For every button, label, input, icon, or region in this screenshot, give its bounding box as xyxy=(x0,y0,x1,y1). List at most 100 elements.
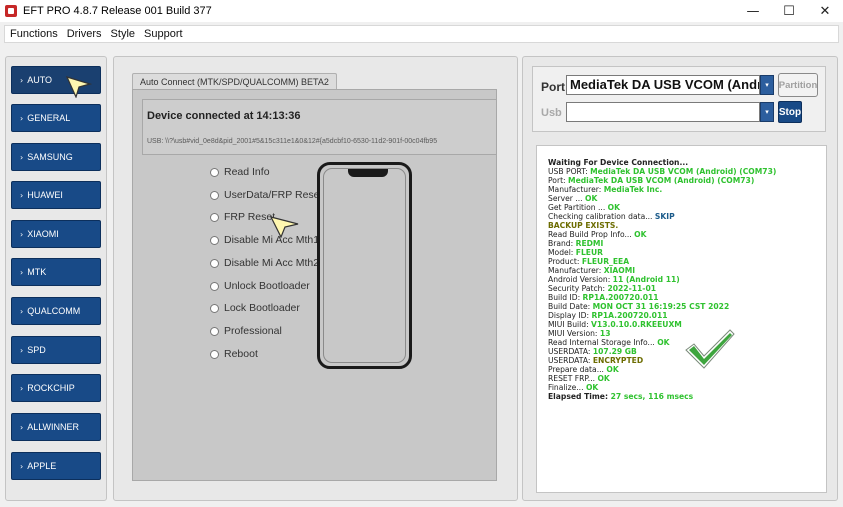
option-read-info[interactable]: Read Info xyxy=(210,166,270,178)
option-unlock-bootloader[interactable]: Unlock Bootloader xyxy=(210,280,310,292)
stop-button[interactable]: Stop xyxy=(778,101,802,123)
radio-button[interactable] xyxy=(210,281,219,291)
log-value: MediaTek DA USB VCOM (Android) (COM73) xyxy=(568,176,755,185)
tab-auto-connect[interactable]: Auto Connect (MTK/SPD/QUALCOMM) BETA2 xyxy=(132,73,337,90)
menu-functions[interactable]: Functions xyxy=(10,28,58,40)
log-line: Security Patch: 2022-11-01 xyxy=(548,284,776,293)
radio-button[interactable] xyxy=(210,167,219,177)
sidebar-item-huawei[interactable]: › HUAWEI xyxy=(11,181,101,209)
log-label: Get Partition ... xyxy=(548,203,608,212)
partition-button[interactable]: Partition xyxy=(778,73,818,97)
log-value: OK xyxy=(634,230,647,239)
radio-button[interactable] xyxy=(210,349,219,359)
chevron-right-icon: › xyxy=(20,306,24,316)
log-label: USERDATA: xyxy=(548,356,593,365)
log-label: Prepare data... xyxy=(548,365,607,374)
chevron-right-icon: › xyxy=(20,75,24,85)
maximize-button[interactable]: ☐ xyxy=(771,0,807,22)
radio-button[interactable] xyxy=(210,235,219,245)
log-line: Port: MediaTek DA USB VCOM (Android) (CO… xyxy=(548,176,776,185)
app-logo-icon xyxy=(5,5,17,17)
log-line: Read Build Prop Info... OK xyxy=(548,230,776,239)
option-label: Disable Mi Acc Mth2 xyxy=(224,257,320,269)
log-value: BACKUP EXISTS. xyxy=(548,221,619,230)
port-label: Port xyxy=(541,80,565,94)
log-line: Manufacturer: MediaTek Inc. xyxy=(548,185,776,194)
log-label: Brand: xyxy=(548,239,576,248)
option-disable-mi-acc-mth2[interactable]: Disable Mi Acc Mth2 xyxy=(210,257,319,269)
phone-notch xyxy=(348,169,388,177)
sidebar-item-rockchip[interactable]: › ROCKCHIP xyxy=(11,374,101,402)
usb-select[interactable] xyxy=(566,102,760,122)
log-line: Waiting For Device Connection... xyxy=(548,158,776,167)
log-line: Get Partition ... OK xyxy=(548,203,776,212)
log-line: Elapsed Time: 27 secs, 116 msecs xyxy=(548,392,776,401)
option-reboot[interactable]: Reboot xyxy=(210,348,258,360)
sidebar-item-label: QUALCOMM xyxy=(27,306,81,316)
log-line: Prepare data... OK xyxy=(548,365,776,374)
log-text: Waiting For Device Connection... USB PORT… xyxy=(548,158,776,401)
option-label: Unlock Bootloader xyxy=(224,280,310,292)
phone-illustration xyxy=(317,162,412,369)
sidebar-item-label: MTK xyxy=(27,267,47,277)
log-line: Server ... OK xyxy=(548,194,776,203)
menu-style[interactable]: Style xyxy=(111,28,135,40)
option-lock-bootloader[interactable]: Lock Bootloader xyxy=(210,302,300,314)
log-value: OK xyxy=(597,374,610,383)
radio-button[interactable] xyxy=(210,258,219,268)
log-value: MediaTek DA USB VCOM (Android) (COM73) xyxy=(590,167,777,176)
option-professional[interactable]: Professional xyxy=(210,325,282,337)
log-value: 107.29 GB xyxy=(592,347,637,356)
minimize-button[interactable]: — xyxy=(735,0,771,22)
chevron-right-icon: › xyxy=(20,383,24,393)
sidebar-item-allwinner[interactable]: › ALLWINNER xyxy=(11,413,101,441)
option-userdata-frp-reset[interactable]: UserData/FRP Reset xyxy=(210,189,322,201)
sidebar-item-qualcomm[interactable]: › QUALCOMM xyxy=(11,297,101,325)
sidebar-item-general[interactable]: › GENERAL xyxy=(11,104,101,132)
radio-button[interactable] xyxy=(210,190,219,200)
mouse-cursor-icon xyxy=(270,216,299,238)
sidebar-item-apple[interactable]: › APPLE xyxy=(11,452,101,480)
log-value: MON OCT 31 16:19:25 CST 2022 xyxy=(592,302,730,311)
radio-button[interactable] xyxy=(210,303,219,313)
radio-button[interactable] xyxy=(210,326,219,336)
log-line: Build Date: MON OCT 31 16:19:25 CST 2022 xyxy=(548,302,776,311)
log-line: MIUI Build: V13.0.10.0.RKEEUXM xyxy=(548,320,776,329)
log-line: Build ID: RP1A.200720.011 xyxy=(548,293,776,302)
log-line: Product: FLEUR_EEA xyxy=(548,257,776,266)
log-label: Port: xyxy=(548,176,569,185)
log-value: 27 secs, 116 msecs xyxy=(610,392,694,401)
option-frp-reset[interactable]: FRP Reset xyxy=(210,211,275,223)
option-disable-mi-acc-mth1[interactable]: Disable Mi Acc Mth1 xyxy=(210,234,319,246)
option-label: Professional xyxy=(224,325,282,337)
log-label: Server ... xyxy=(548,194,585,203)
log-line: USERDATA: ENCRYPTED xyxy=(548,356,776,365)
log-line: Read Internal Storage Info... OK xyxy=(548,338,776,347)
chevron-down-icon[interactable]: ▾ xyxy=(760,75,774,95)
log-line: Checking calibration data... SKIP xyxy=(548,212,776,221)
log-label: USERDATA: xyxy=(548,347,593,356)
log-label: Security Patch: xyxy=(548,284,608,293)
sidebar-item-samsung[interactable]: › SAMSUNG xyxy=(11,143,101,171)
sidebar-item-xiaomi[interactable]: › XIAOMI xyxy=(11,220,101,248)
menu-drivers[interactable]: Drivers xyxy=(67,28,102,40)
radio-button[interactable] xyxy=(210,212,219,222)
log-label: Model: xyxy=(548,248,576,257)
sidebar-item-label: APPLE xyxy=(27,461,57,471)
sidebar-item-mtk[interactable]: › MTK xyxy=(11,258,101,286)
sidebar-item-label: AUTO xyxy=(27,75,53,85)
log-label: Manufacturer: xyxy=(548,266,604,275)
port-select[interactable]: MediaTek DA USB VCOM (Android) xyxy=(566,75,760,95)
log-label: USB PORT: xyxy=(548,167,591,176)
device-status: Device connected at 14:13:36 xyxy=(147,110,301,122)
chevron-right-icon: › xyxy=(20,422,24,432)
chevron-right-icon: › xyxy=(20,461,24,471)
chevron-down-icon[interactable]: ▾ xyxy=(760,102,774,122)
log-label: Waiting For Device Connection... xyxy=(548,158,689,167)
log-label: Display ID: xyxy=(548,311,592,320)
menu-support[interactable]: Support xyxy=(144,28,183,40)
close-button[interactable]: ✕ xyxy=(807,0,843,22)
sidebar-item-spd[interactable]: › SPD xyxy=(11,336,101,364)
log-label: Build Date: xyxy=(548,302,593,311)
log-value: FLEUR xyxy=(575,248,604,257)
